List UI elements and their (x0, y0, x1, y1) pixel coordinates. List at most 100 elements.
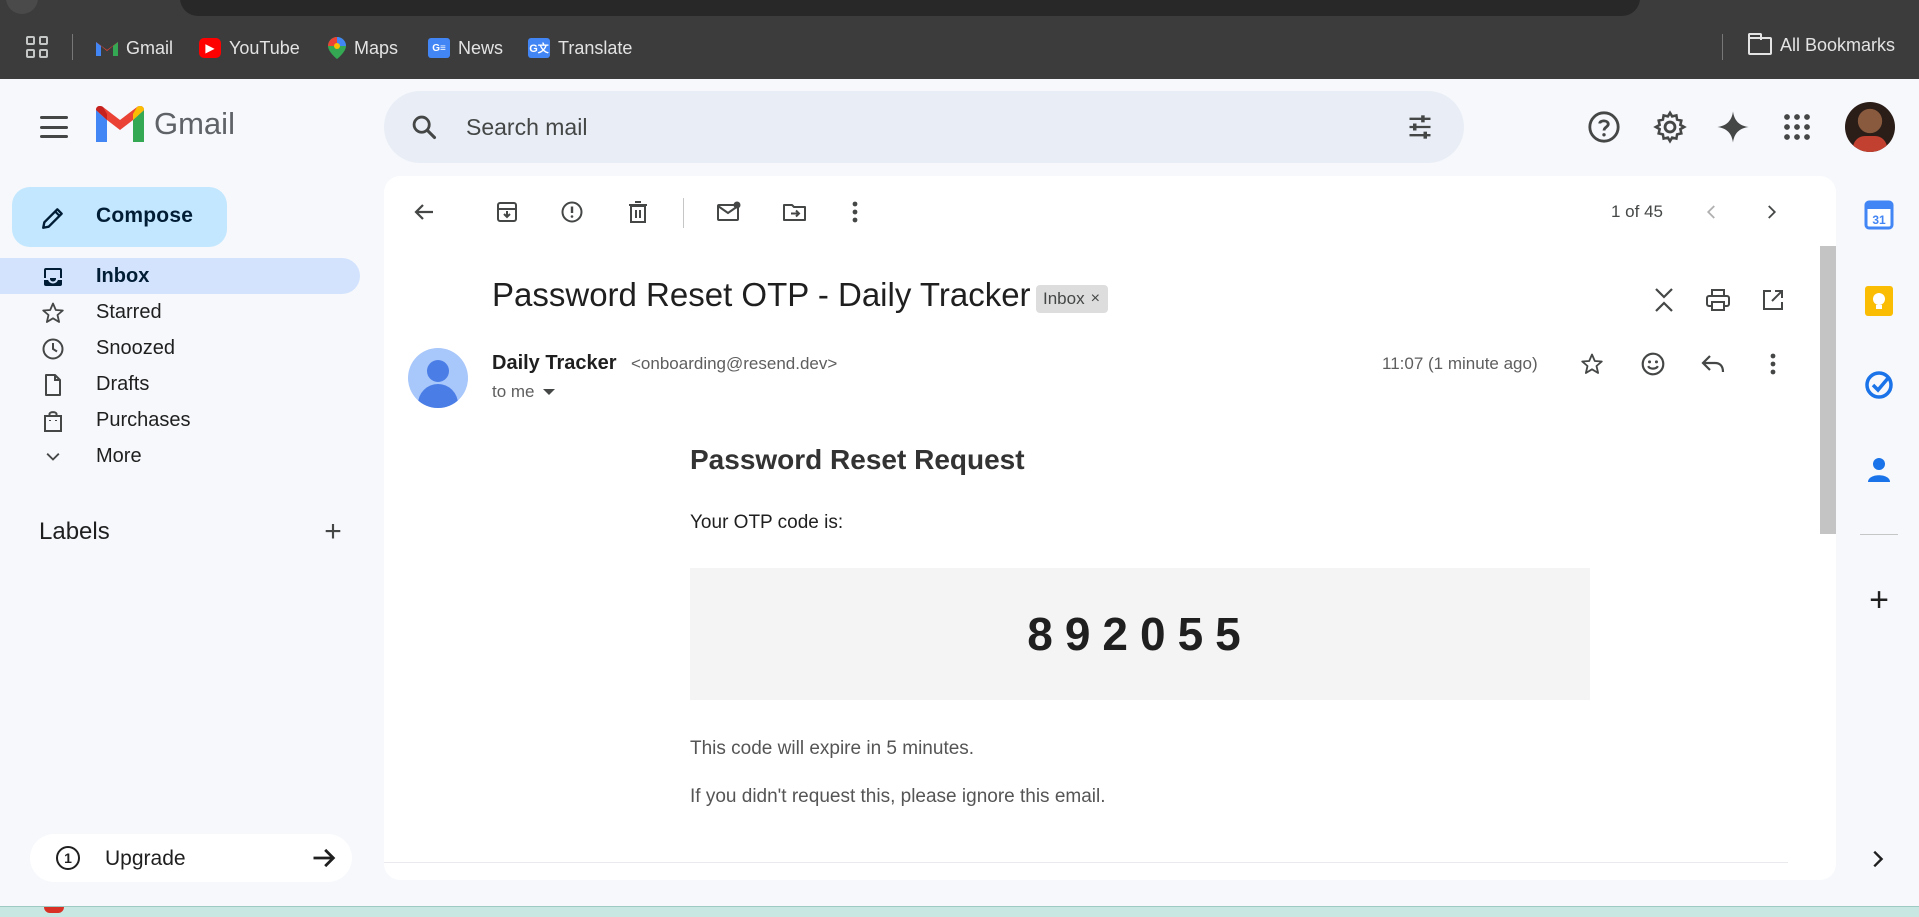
search-icon[interactable] (410, 113, 438, 141)
bookmark-translate[interactable]: G文 Translate (528, 35, 632, 61)
email-subject: Password Reset OTP - Daily Tracker (492, 276, 1031, 313)
sender-avatar[interactable] (408, 348, 468, 408)
bookmark-label: Maps (354, 37, 399, 58)
compose-button[interactable]: Compose (12, 187, 227, 247)
sidebar-item-label: Drafts (96, 373, 150, 395)
all-bookmarks-label: All Bookmarks (1780, 35, 1896, 55)
search-options-icon[interactable] (1406, 113, 1434, 141)
toolbar-divider (683, 198, 684, 228)
all-bookmarks-button[interactable]: All Bookmarks (1748, 32, 1896, 56)
bookmarks-divider (1722, 34, 1723, 60)
bookmarks-divider (72, 34, 73, 60)
apps-grid-icon[interactable] (26, 36, 48, 58)
bookmark-youtube[interactable]: ▶ YouTube (199, 35, 300, 61)
bookmark-maps[interactable]: Maps (328, 35, 398, 61)
sidebar-item-starred[interactable]: Starred (0, 294, 360, 330)
help-icon[interactable] (1581, 104, 1627, 150)
delete-trash-icon[interactable] (618, 192, 658, 232)
taskbar-app-indicator[interactable] (44, 907, 64, 913)
newer-chevron-left-icon[interactable] (1692, 192, 1732, 232)
mark-unread-icon[interactable] (709, 192, 749, 232)
email-timestamp: 11:07 (1 minute ago) (1382, 354, 1538, 373)
bookmark-gmail[interactable]: Gmail (96, 35, 173, 61)
message-pane: 1 of 45 Password Reset OTP - Daily Track… (384, 176, 1836, 880)
address-bar[interactable] (180, 0, 1640, 16)
star-icon[interactable] (1572, 344, 1612, 384)
sidebar-item-more[interactable]: More (0, 438, 360, 474)
body-lead-text: Your OTP code is: (690, 512, 844, 533)
browser-back-button[interactable] (6, 0, 38, 14)
ignore-note: If you didn't request this, please ignor… (690, 786, 1106, 807)
back-arrow-icon[interactable] (404, 192, 444, 232)
sidebar-item-snoozed[interactable]: Snoozed (0, 330, 360, 366)
older-chevron-right-icon[interactable] (1751, 192, 1791, 232)
report-spam-icon[interactable] (552, 192, 592, 232)
sidebar-item-label: Purchases (96, 409, 191, 431)
add-addon-icon[interactable]: + (1862, 583, 1896, 618)
main-menu-icon[interactable] (40, 116, 68, 138)
gmail-m-icon (96, 106, 144, 142)
contacts-icon[interactable] (1862, 452, 1896, 486)
open-new-window-icon[interactable] (1753, 280, 1793, 320)
archive-icon[interactable] (487, 192, 527, 232)
account-avatar[interactable] (1845, 102, 1895, 152)
maps-pin-icon (328, 37, 346, 59)
sender-email: <onboarding@resend.dev> (631, 354, 838, 373)
remove-label-icon[interactable]: × (1091, 290, 1100, 308)
shopping-bag-icon (40, 408, 66, 434)
star-icon (40, 300, 66, 326)
chip-label: Inbox (1043, 289, 1085, 308)
inbox-label-chip[interactable]: Inbox × (1036, 285, 1108, 313)
collapse-all-icon[interactable] (1644, 280, 1684, 320)
message-more-icon[interactable] (1753, 344, 1793, 384)
keep-icon[interactable] (1862, 284, 1896, 318)
emoji-reaction-icon[interactable] (1633, 344, 1673, 384)
sidebar-item-label: Inbox (96, 265, 150, 287)
search-input[interactable] (466, 109, 1346, 145)
bookmark-label: YouTube (229, 37, 300, 58)
google-apps-icon[interactable] (1774, 104, 1820, 150)
bookmark-label: News (458, 37, 504, 58)
bookmark-news[interactable]: G≡ News (428, 35, 503, 61)
recipient-details-toggle[interactable]: to me (492, 382, 555, 402)
upgrade-button[interactable]: 1 Upgrade (30, 834, 352, 882)
sender-name[interactable]: Daily Tracker (492, 352, 617, 375)
add-label-icon[interactable]: + (318, 517, 348, 548)
sidebar-item-purchases[interactable]: Purchases (0, 402, 360, 438)
scrollbar-thumb[interactable] (1820, 246, 1836, 534)
otp-code-box: 892055 (690, 568, 1590, 700)
print-icon[interactable] (1698, 280, 1738, 320)
sidebar-item-inbox[interactable]: Inbox (0, 258, 360, 294)
otp-code[interactable]: 892055 (1027, 607, 1253, 661)
translate-icon: G文 (528, 38, 550, 58)
gmail-logo[interactable]: Gmail (96, 106, 235, 142)
settings-gear-icon[interactable] (1647, 104, 1693, 150)
tasks-icon[interactable] (1862, 368, 1896, 402)
app-name: Gmail (154, 106, 235, 141)
email-body: Password Reset Request Your OTP code is:… (690, 444, 1590, 807)
gmail-bookmark-icon (96, 42, 118, 56)
sidebar-item-label: More (96, 445, 142, 467)
caret-down-icon (542, 389, 555, 395)
inbox-icon (40, 264, 66, 290)
arrow-right-icon (313, 848, 336, 868)
gemini-sparkle-icon[interactable] (1710, 104, 1756, 150)
more-vert-icon[interactable] (835, 192, 875, 232)
side-panel-divider (1860, 534, 1898, 535)
calendar-icon[interactable]: 31 (1862, 198, 1896, 232)
draft-icon (40, 372, 66, 398)
bookmarks-bar: Gmail ▶ YouTube Maps G≡ News G文 Translat… (0, 16, 1919, 79)
reply-icon[interactable] (1693, 344, 1733, 384)
svg-text:31: 31 (1872, 213, 1886, 227)
upgrade-label: Upgrade (105, 847, 186, 870)
chevron-right-icon[interactable] (1866, 848, 1888, 870)
youtube-icon: ▶ (199, 38, 221, 58)
bookmark-label: Translate (558, 37, 633, 58)
pagination-count: 1 of 45 (1611, 202, 1663, 221)
chevron-down-icon (40, 444, 66, 470)
sidebar-item-drafts[interactable]: Drafts (0, 366, 360, 402)
sidebar-item-label: Starred (96, 301, 162, 323)
folder-icon (1748, 32, 1772, 55)
search-bar[interactable] (384, 91, 1464, 163)
move-to-icon[interactable] (775, 192, 815, 232)
